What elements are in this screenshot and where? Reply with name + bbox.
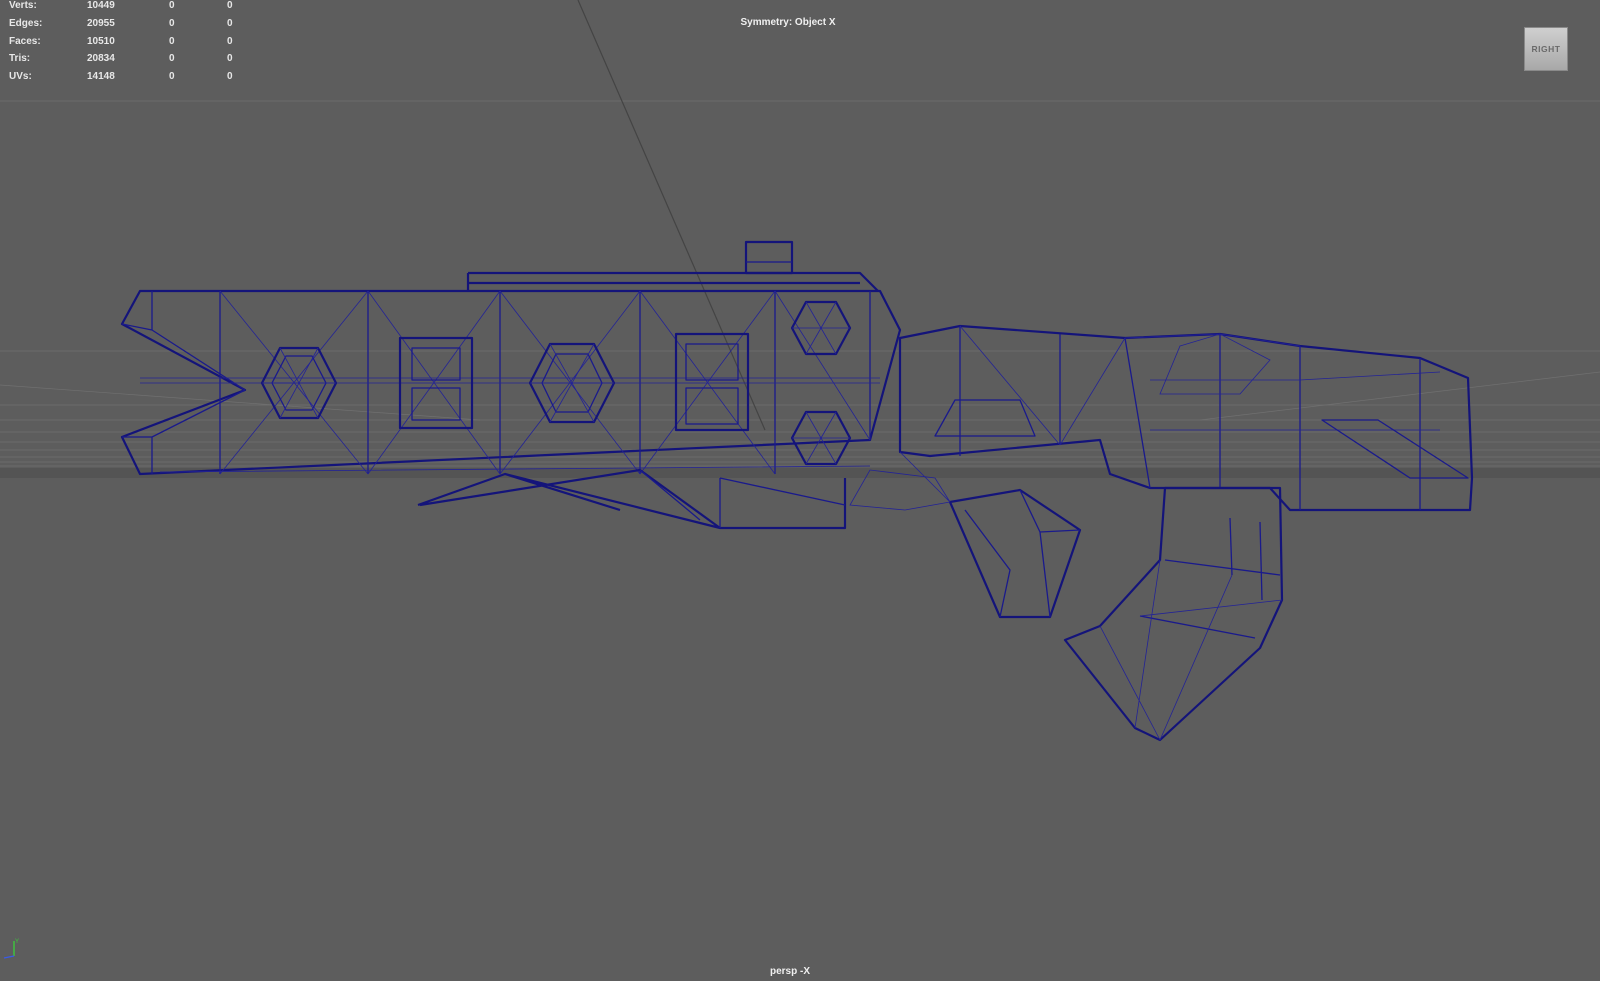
hud-value: 0 — [227, 35, 233, 47]
svg-text:Y: Y — [15, 939, 19, 945]
weapon-wireframe-mesh — [120, 240, 1474, 742]
hud-value: 0 — [227, 71, 233, 83]
3d-viewport[interactable]: Verts: 10449 0 0 Edges: 20955 0 0 Faces:… — [0, 0, 1600, 981]
hud-row-uvs: UVs: 14148 0 0 — [9, 68, 249, 86]
hud-value: 0 — [227, 53, 233, 65]
hud-row-verts: Verts: 10449 0 0 — [9, 0, 249, 15]
hud-value: 0 — [169, 53, 175, 65]
hud-value: 10510 — [87, 35, 115, 47]
hud-value: 0 — [169, 35, 175, 47]
hud-value: 0 — [169, 71, 175, 83]
hud-label: Faces: — [9, 35, 41, 47]
hud-value: 14148 — [87, 71, 115, 83]
view-cube[interactable]: RIGHT — [1524, 27, 1568, 71]
poly-count-hud: Verts: 10449 0 0 Edges: 20955 0 0 Faces:… — [9, 0, 249, 86]
viewport-scene — [0, 0, 1600, 742]
hud-label: Tris: — [9, 53, 31, 65]
hud-row-faces: Faces: 10510 0 0 — [9, 33, 249, 51]
hud-label: UVs: — [9, 71, 32, 83]
hud-value: 10449 — [87, 0, 115, 11]
hud-label: Verts: — [9, 0, 37, 11]
hud-value: 0 — [169, 0, 175, 11]
hud-row-tris: Tris: 20834 0 0 — [9, 50, 249, 68]
axis-gizmo-icon: Y — [3, 939, 19, 959]
hud-value: 20834 — [87, 53, 115, 65]
camera-name-label: persp -X — [769, 966, 810, 977]
symmetry-indicator: Symmetry: Object X — [740, 17, 836, 28]
hud-value: 0 — [227, 0, 233, 11]
